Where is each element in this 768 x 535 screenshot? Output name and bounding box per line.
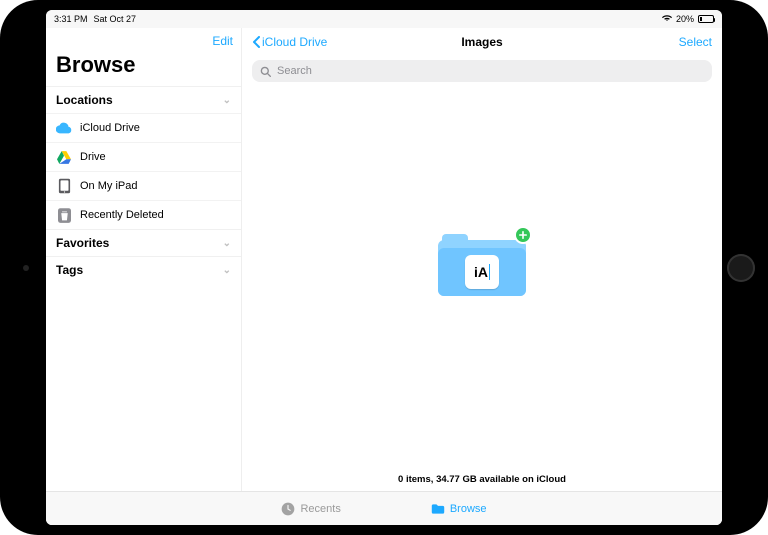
status-bar: 3:31 PM Sat Oct 27 20% <box>46 10 722 28</box>
sidebar: Edit Browse Locations ⌄ iCloud Drive <box>46 28 242 491</box>
icloud-icon <box>56 120 72 136</box>
files-app: Edit Browse Locations ⌄ iCloud Drive <box>46 28 722 525</box>
app-chip-label: iA <box>474 264 488 280</box>
tab-browse[interactable]: Browse <box>431 503 487 515</box>
folder-icon <box>431 503 445 515</box>
page-title: Images <box>461 35 502 49</box>
ipad-icon <box>56 178 72 194</box>
tab-label: Browse <box>450 503 487 515</box>
file-grid[interactable]: iA <box>242 88 722 470</box>
sidebar-item-label: Recently Deleted <box>80 209 164 221</box>
wifi-icon <box>662 14 672 24</box>
sidebar-item-label: On My iPad <box>80 180 137 192</box>
folder-icon: iA <box>438 232 526 296</box>
drag-drop-target[interactable]: iA <box>438 232 526 296</box>
trash-icon <box>56 207 72 223</box>
chevron-down-icon: ⌄ <box>223 265 231 276</box>
section-favorites[interactable]: Favorites ⌄ <box>46 229 241 256</box>
section-tags[interactable]: Tags ⌄ <box>46 256 241 283</box>
section-label: Tags <box>56 263 83 277</box>
section-locations[interactable]: Locations ⌄ <box>46 86 241 113</box>
dragged-app-chip: iA <box>465 255 499 289</box>
back-label: iCloud Drive <box>262 35 327 49</box>
content-pane: iCloud Drive Images Select Search <box>242 28 722 491</box>
nav-bar: iCloud Drive Images Select <box>242 28 722 56</box>
search-input[interactable]: Search <box>252 60 712 82</box>
sidebar-item-label: Drive <box>80 151 106 163</box>
section-label: Favorites <box>56 236 109 250</box>
chevron-left-icon <box>252 36 260 48</box>
tab-label: Recents <box>300 503 340 515</box>
clock-icon <box>281 503 295 515</box>
search-icon <box>260 66 271 77</box>
home-button[interactable] <box>727 254 755 282</box>
screen: 3:31 PM Sat Oct 27 20% Edit Browse <box>46 10 722 525</box>
footer-status: 0 items, 34.77 GB available on iCloud <box>242 470 722 491</box>
sidebar-item-icloud-drive[interactable]: iCloud Drive <box>46 113 241 142</box>
gdrive-icon <box>56 149 72 165</box>
battery-icon <box>698 15 714 23</box>
battery-percent: 20% <box>676 14 694 24</box>
sidebar-item-recently-deleted[interactable]: Recently Deleted <box>46 200 241 229</box>
text-caret <box>489 264 490 280</box>
tab-recents[interactable]: Recents <box>281 503 340 515</box>
edit-button[interactable]: Edit <box>212 34 233 48</box>
sidebar-item-on-my-ipad[interactable]: On My iPad <box>46 171 241 200</box>
section-label: Locations <box>56 93 113 107</box>
ipad-device-frame: 3:31 PM Sat Oct 27 20% Edit Browse <box>0 0 768 535</box>
tab-bar: Recents Browse <box>46 491 722 525</box>
search-placeholder: Search <box>277 65 312 77</box>
front-camera <box>23 265 29 271</box>
sidebar-item-drive[interactable]: Drive <box>46 142 241 171</box>
sidebar-item-label: iCloud Drive <box>80 122 140 134</box>
back-button[interactable]: iCloud Drive <box>252 35 327 49</box>
select-button[interactable]: Select <box>679 35 712 49</box>
chevron-down-icon: ⌄ <box>223 238 231 249</box>
status-date: Sat Oct 27 <box>94 14 137 24</box>
status-time: 3:31 PM <box>54 14 88 24</box>
chevron-down-icon: ⌄ <box>223 95 231 106</box>
sidebar-title: Browse <box>46 48 241 86</box>
plus-badge-icon <box>514 226 532 244</box>
